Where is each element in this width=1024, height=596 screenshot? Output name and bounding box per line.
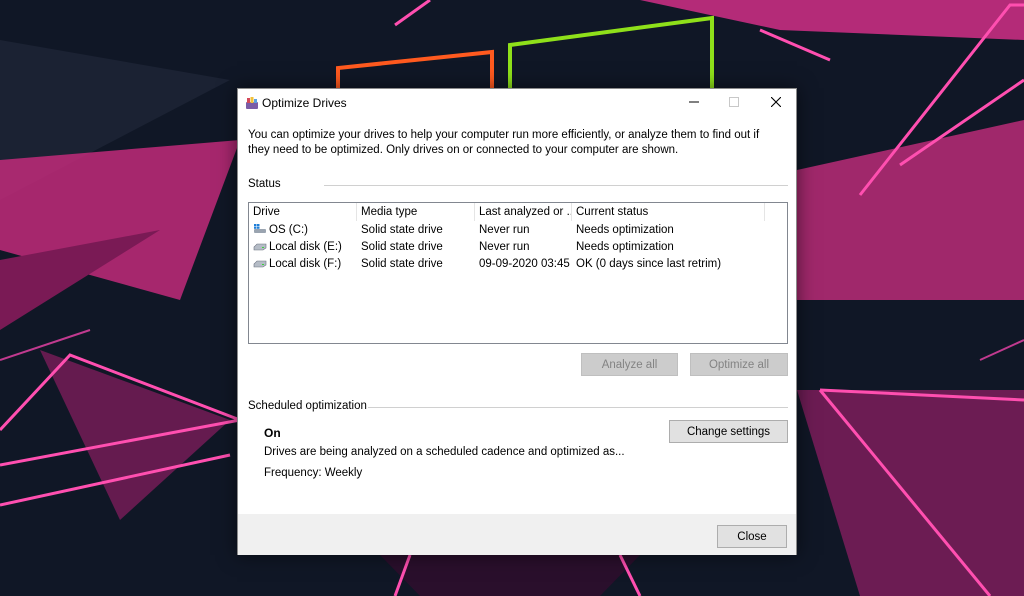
close-button[interactable]: Close xyxy=(717,525,787,548)
column-header-current-status[interactable]: Current status xyxy=(572,203,765,221)
table-row[interactable]: Local disk (F:) Solid state drive 09-09-… xyxy=(249,256,787,273)
current-status-cell: Needs optimization xyxy=(576,224,674,236)
drive-name: Local disk (E:) xyxy=(269,241,342,253)
scheduled-optimization-label: Scheduled optimization xyxy=(248,400,367,412)
column-header-media-type[interactable]: Media type xyxy=(357,203,475,221)
hard-drive-icon xyxy=(253,243,267,251)
scheduled-divider xyxy=(368,407,788,408)
drive-cell: Local disk (F:) xyxy=(249,256,341,273)
schedule-frequency: Frequency: Weekly xyxy=(264,467,363,479)
table-row[interactable]: Local disk (E:) Solid state drive Never … xyxy=(249,239,787,256)
column-header-last-analyzed[interactable]: Last analyzed or ... xyxy=(475,203,572,221)
minimize-button[interactable] xyxy=(674,89,714,115)
close-icon xyxy=(771,97,781,107)
status-divider xyxy=(324,185,788,186)
drives-list[interactable]: Drive Media type Last analyzed or ... Cu… xyxy=(248,202,788,344)
windows-drive-icon xyxy=(254,224,266,233)
last-analyzed-cell: Never run xyxy=(479,224,530,236)
schedule-description: Drives are being analyzed on a scheduled… xyxy=(264,446,625,458)
analyze-all-button[interactable]: Analyze all xyxy=(581,353,678,376)
drive-cell: Local disk (E:) xyxy=(249,239,342,256)
media-type-cell: Solid state drive xyxy=(361,258,443,270)
window-title: Optimize Drives xyxy=(262,96,347,110)
drive-name: OS (C:) xyxy=(269,224,308,236)
column-header-drive[interactable]: Drive xyxy=(249,203,357,221)
dialog-footer: Close xyxy=(238,514,796,555)
optimize-drives-dialog: Optimize Drives You can optimize your dr… xyxy=(237,88,797,555)
drive-cell: OS (C:) xyxy=(249,222,308,239)
optimize-drives-app-icon xyxy=(246,97,258,109)
schedule-state: On xyxy=(264,426,281,440)
media-type-cell: Solid state drive xyxy=(361,241,443,253)
current-status-cell: Needs optimization xyxy=(576,241,674,253)
status-label: Status xyxy=(248,178,281,190)
optimize-all-button[interactable]: Optimize all xyxy=(690,353,788,376)
maximize-button[interactable] xyxy=(714,89,754,115)
minimize-icon xyxy=(689,101,699,103)
table-row[interactable]: OS (C:) Solid state drive Never run Need… xyxy=(249,222,787,239)
maximize-icon xyxy=(729,97,739,107)
dialog-description: You can optimize your drives to help you… xyxy=(248,129,760,156)
drives-list-header: Drive Media type Last analyzed or ... Cu… xyxy=(249,203,787,221)
last-analyzed-cell: 09-09-2020 03:45 xyxy=(479,258,570,270)
current-status-cell: OK (0 days since last retrim) xyxy=(576,258,722,270)
hard-drive-icon xyxy=(253,260,267,268)
last-analyzed-cell: Never run xyxy=(479,241,530,253)
media-type-cell: Solid state drive xyxy=(361,224,443,236)
close-window-button[interactable] xyxy=(756,89,796,115)
drive-name: Local disk (F:) xyxy=(269,258,342,270)
title-bar[interactable]: Optimize Drives xyxy=(238,89,796,117)
change-settings-button[interactable]: Change settings xyxy=(669,420,788,443)
